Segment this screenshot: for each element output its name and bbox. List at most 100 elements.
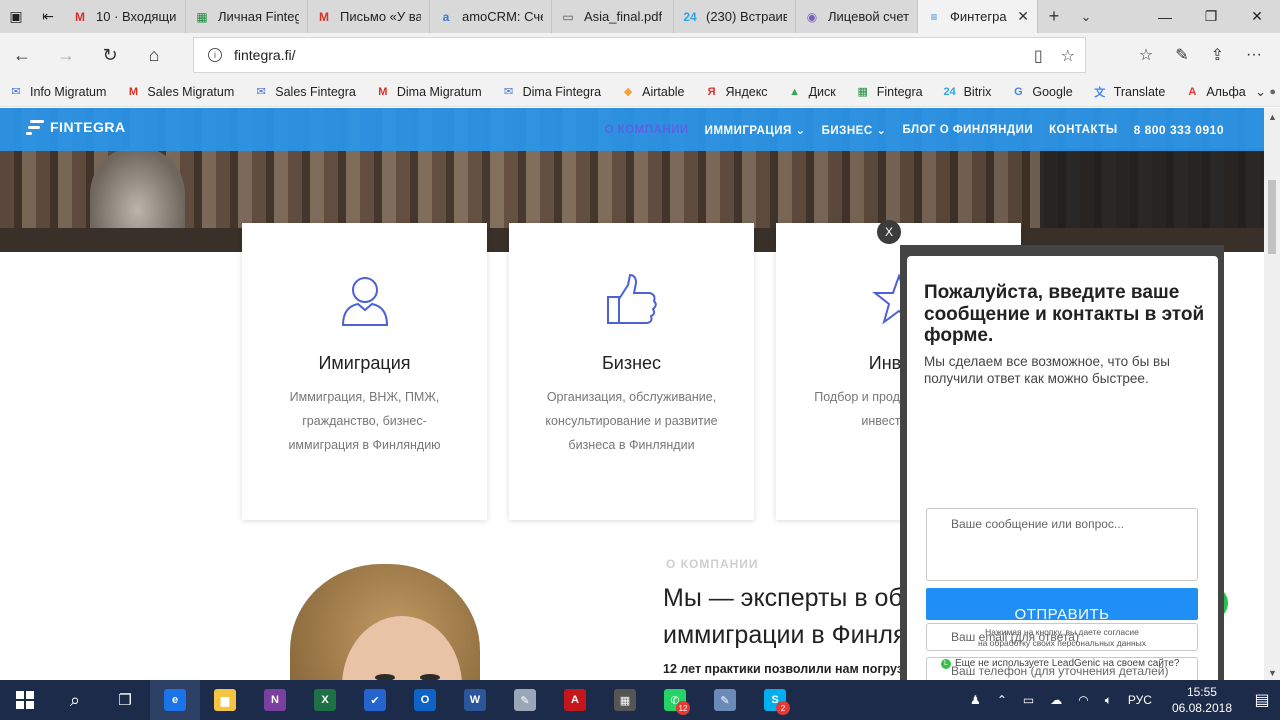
browser-tab[interactable]: ▦ Личная Fintegra	[186, 0, 308, 33]
menu-item[interactable]: КОНТАКТЫ	[1049, 124, 1117, 136]
favorite-item[interactable]: ✉ Dima Fintegra	[501, 85, 601, 99]
scroll-thumb[interactable]	[1268, 180, 1276, 254]
browser-tab[interactable]: ◉ Лицевой счет	[796, 0, 918, 33]
back-button[interactable]: ←	[0, 33, 44, 77]
language-indicator[interactable]: РУС	[1120, 693, 1160, 707]
about-title-line: Мы — эксперты в обл	[663, 584, 908, 612]
tab-title: Asia_final.pdf	[584, 9, 663, 24]
favorites-overflow-chevron-icon[interactable]: ⌄	[1255, 84, 1266, 100]
tray-chevron-icon[interactable]: ⌃	[989, 693, 1015, 707]
favorite-item[interactable]: G Google	[1010, 84, 1073, 99]
clock[interactable]: 15:55 06.08.2018	[1160, 684, 1244, 716]
scroll-down-icon[interactable]: ▼	[1268, 668, 1277, 678]
share-icon[interactable]: ⇪	[1211, 45, 1224, 65]
tab-bar: ▣ ⇤ M 10 · Входящие ▦ Личная Fintegra M Письм…	[0, 0, 1280, 33]
menu-item[interactable]: ИММИГРАЦИЯ ⌄	[705, 123, 806, 137]
menu-item[interactable]: О КОМПАНИИ	[605, 124, 689, 136]
browser-tab[interactable]: ▭ Asia_final.pdf	[552, 0, 674, 33]
site-info-icon[interactable]: i	[208, 48, 222, 62]
pen-icon[interactable]: ✎	[1175, 45, 1188, 65]
taskbar-app-todo[interactable]: ✔	[350, 680, 400, 720]
taskbar-app-excel[interactable]: X	[300, 680, 350, 720]
start-button[interactable]	[0, 680, 50, 720]
favorite-item[interactable]: M Dima Migratum	[375, 84, 482, 99]
taskbar-app-paint[interactable]: ✎	[500, 680, 550, 720]
tab-preview-chevron-icon[interactable]: ⌄	[1070, 0, 1102, 33]
favorite-label: Dima Migratum	[396, 84, 482, 99]
thumbs-up-icon	[509, 273, 754, 333]
favorite-item[interactable]: Я Яндекс	[704, 85, 768, 99]
scroll-up-icon[interactable]: ▲	[1268, 112, 1277, 122]
favorite-item[interactable]: ◆ Airtable	[620, 85, 685, 99]
favorites-bar: ✉ Info Migratum M Sales Migratum ✉ Sales Fint…	[0, 77, 1280, 107]
restore-button[interactable]: ❐	[1188, 0, 1234, 33]
tabs-aside-icon[interactable]: ⇤	[32, 0, 64, 33]
site-logo[interactable]: FINTEGRA	[26, 118, 126, 136]
browser-tab[interactable]: M 10 · Входящие	[64, 0, 186, 33]
favorite-item[interactable]: ▲ Диск	[787, 85, 836, 99]
new-tab-button[interactable]: +	[1038, 0, 1070, 33]
favorite-label: Sales Migratum	[147, 84, 235, 99]
taskbar-app-word[interactable]: W	[450, 680, 500, 720]
more-menu-icon[interactable]: ···	[1246, 46, 1262, 64]
email-input[interactable]	[926, 623, 1198, 651]
onedrive-icon[interactable]: ☁	[1042, 693, 1070, 707]
calculator-icon: ▦	[614, 689, 636, 711]
taskbar-app-whatsapp[interactable]: ✆ 12	[650, 680, 700, 720]
taskbar-app-edge[interactable]: e	[150, 680, 200, 720]
search-icon[interactable]: ⌕	[50, 680, 100, 720]
people-icon[interactable]: ♟	[962, 693, 989, 707]
favorite-star-icon[interactable]: ☆	[1061, 46, 1075, 66]
favorite-label: Альфа	[1206, 84, 1246, 99]
amocrm-icon: a	[442, 9, 450, 24]
submit-button[interactable]: ОТПРАВИТЬ	[926, 588, 1198, 620]
notifications-icon[interactable]: ▤	[1244, 690, 1280, 710]
tab-title: 10 · Входящие	[96, 9, 177, 24]
menu-item[interactable]: БЛОГ О ФИНЛЯНДИИ	[903, 124, 1034, 136]
browser-tab[interactable]: ≡ Финтегра ✕	[918, 0, 1038, 33]
wifi-icon[interactable]: ◠	[1070, 693, 1096, 707]
checkmark-icon: ✔	[364, 689, 386, 711]
menu-item[interactable]: БИЗНЕС ⌄	[822, 123, 887, 137]
taskbar-app-acrobat[interactable]: A	[550, 680, 600, 720]
taskbar-app-notepad[interactable]: ✎	[700, 680, 750, 720]
refresh-button[interactable]: ↻	[88, 33, 132, 77]
message-input[interactable]	[926, 508, 1198, 581]
favorite-item[interactable]: ✉ Sales Fintegra	[253, 85, 356, 99]
browser-tab[interactable]: 24 (230) Встраивание	[674, 0, 796, 33]
favorite-item[interactable]: ▦ Fintegra	[855, 85, 923, 99]
leadgenic-link[interactable]: L Еще не используете LeadGenic на своем …	[941, 658, 1180, 669]
taskbar-app-onenote[interactable]: N	[250, 680, 300, 720]
volume-icon[interactable]: 🔈︎	[1097, 693, 1120, 708]
popup-close-button[interactable]: X	[877, 220, 901, 244]
reading-view-icon[interactable]: ▯	[1034, 46, 1043, 66]
task-view-icon[interactable]: ▣	[0, 0, 32, 33]
favorite-label: Google	[1032, 84, 1073, 99]
card-business[interactable]: Бизнес Организация, обслуживание, консул…	[509, 223, 754, 520]
favorite-item[interactable]: 24 Bitrix	[942, 85, 991, 99]
close-window-button[interactable]: ✕	[1234, 0, 1280, 33]
browser-tab[interactable]: a amoCRM: Счет	[430, 0, 552, 33]
forward-button[interactable]: →	[44, 33, 88, 77]
edge-icon: e	[164, 689, 186, 711]
home-button[interactable]: ⌂	[132, 33, 176, 77]
taskbar-app-calculator[interactable]: ▦	[600, 680, 650, 720]
favorite-item[interactable]: M Sales Migratum	[125, 85, 234, 99]
browser-tab[interactable]: M Письмо «У вас	[308, 0, 430, 33]
taskbar-app-skype[interactable]: S2	[750, 680, 800, 720]
favorite-item[interactable]: ✉ Info Migratum	[8, 85, 106, 99]
taskbar-app-outlook[interactable]: O	[400, 680, 450, 720]
card-immigration[interactable]: Имиграция Иммиграция, ВНЖ, ПМЖ, гражданс…	[242, 223, 487, 520]
header-phone[interactable]: 8 800 333 0910	[1134, 123, 1224, 137]
favorites-hub-icon[interactable]: ☆	[1139, 45, 1153, 65]
favorite-item[interactable]: 文 Translate	[1092, 85, 1165, 99]
page-scrollbar[interactable]: ▲ ▼	[1264, 108, 1280, 680]
battery-icon[interactable]: ▭	[1015, 693, 1042, 707]
task-view-button[interactable]: ❐	[100, 680, 150, 720]
favorite-item[interactable]: A Альфа	[1184, 85, 1245, 99]
close-tab-icon[interactable]: ✕	[1017, 8, 1029, 25]
taskbar-app-explorer[interactable]: ▆	[200, 680, 250, 720]
minimize-button[interactable]: —	[1142, 0, 1188, 33]
url-field[interactable]: i fintegra.fi/ ▯ ☆	[193, 37, 1086, 73]
favorite-item[interactable]: ●iCloud	[1265, 85, 1280, 99]
